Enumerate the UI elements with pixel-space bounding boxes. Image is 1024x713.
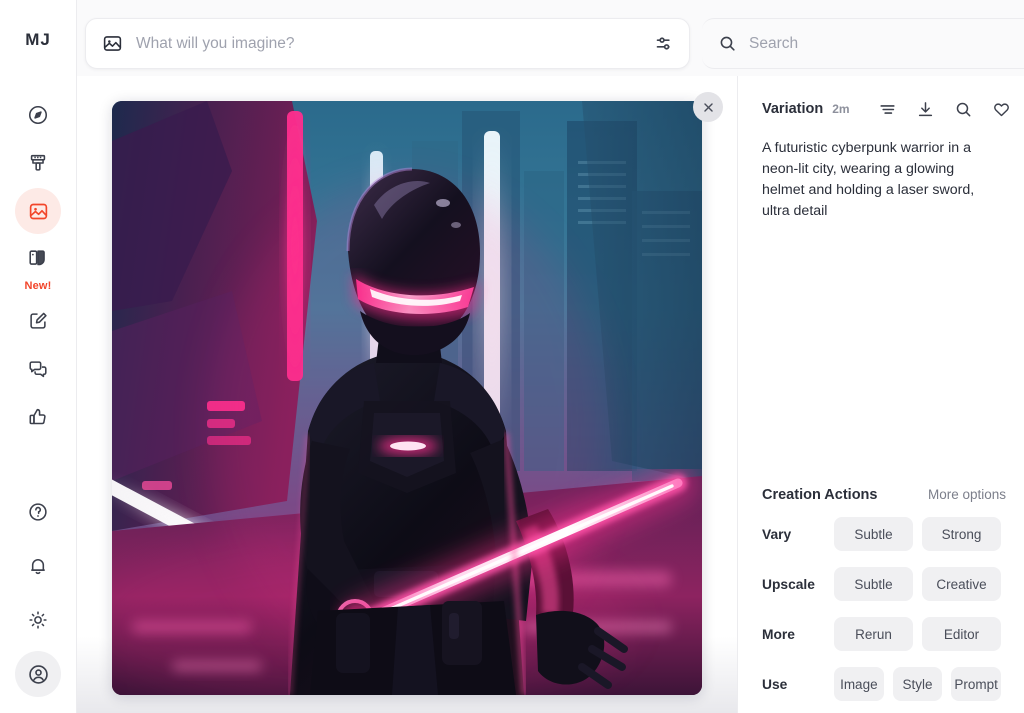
use-prompt-button[interactable]: Prompt xyxy=(951,667,1002,701)
sidebar-item-notifications[interactable] xyxy=(15,543,61,589)
action-row-label: More xyxy=(762,626,795,642)
sun-icon xyxy=(27,609,49,631)
search-bar[interactable] xyxy=(702,18,1024,69)
image-icon[interactable] xyxy=(102,33,123,54)
sidebar-nav-top: New! xyxy=(15,92,61,442)
sidebar-item-edit-brush[interactable] xyxy=(15,140,61,186)
top-bar xyxy=(77,0,1024,76)
details-actions xyxy=(878,100,1011,119)
cyberpunk-warrior-artwork xyxy=(112,101,702,695)
app-root: MJ New! What will you imagine? Search Va… xyxy=(0,0,1024,713)
chat-bubbles-icon xyxy=(27,358,49,380)
creation-actions-header: Creation Actions More options xyxy=(762,487,1010,503)
pencil-square-icon xyxy=(27,310,49,332)
more-editor-button[interactable]: Editor xyxy=(922,617,1001,651)
prompt-bar[interactable] xyxy=(85,18,690,69)
details-timestamp: 2m xyxy=(832,102,850,116)
sidebar-item-account[interactable] xyxy=(15,651,61,697)
sidebar-item-personalize[interactable] xyxy=(15,236,61,282)
sidebar-item-editor[interactable] xyxy=(15,298,61,344)
sidebar-nav-bottom xyxy=(15,489,61,705)
main-area: Variation 2m xyxy=(77,0,1024,713)
left-sidebar: MJ New! xyxy=(0,0,77,713)
bell-icon xyxy=(27,555,49,577)
creation-actions: Creation Actions More options Vary Subtl… xyxy=(738,487,1024,713)
close-icon[interactable] xyxy=(693,92,723,122)
prompt-input[interactable] xyxy=(136,34,646,53)
sidebar-item-theme[interactable] xyxy=(15,597,61,643)
action-row-use: Use Image Style Prompt xyxy=(762,667,1010,701)
creation-actions-title: Creation Actions xyxy=(762,487,878,503)
image-viewer: Variation 2m A futuristic cyberpunk warr… xyxy=(77,76,1024,713)
sidebar-item-create[interactable] xyxy=(15,188,61,234)
palette-icon xyxy=(27,248,49,270)
sidebar-item-personalize-wrap: New! xyxy=(15,236,61,292)
use-image-button[interactable]: Image xyxy=(834,667,884,701)
upscale-subtle-button[interactable]: Subtle xyxy=(834,567,913,601)
brand-logo[interactable]: MJ xyxy=(25,30,51,50)
more-options-link[interactable]: More options xyxy=(928,487,1010,502)
upscale-creative-button[interactable]: Creative xyxy=(922,567,1001,601)
sliders-icon[interactable] xyxy=(646,33,675,54)
more-rerun-button[interactable]: Rerun xyxy=(834,617,913,651)
vary-strong-button[interactable]: Strong xyxy=(922,517,1001,551)
sidebar-item-chat[interactable] xyxy=(15,346,61,392)
details-title: Variation xyxy=(762,101,824,117)
compass-icon xyxy=(27,104,49,126)
paintbrush-icon xyxy=(27,152,49,174)
generated-image[interactable] xyxy=(112,101,702,695)
sidebar-item-help[interactable] xyxy=(15,489,61,535)
search-icon[interactable] xyxy=(954,100,973,119)
details-panel: Variation 2m A futuristic cyberpunk warr… xyxy=(737,76,1024,713)
details-header: Variation 2m xyxy=(738,97,1024,121)
action-row-label: Upscale xyxy=(762,576,815,592)
search-input[interactable] xyxy=(749,34,1024,53)
viewer-canvas xyxy=(77,76,737,713)
action-row-upscale: Upscale Subtle Creative xyxy=(762,567,1010,601)
vary-subtle-button[interactable]: Subtle xyxy=(834,517,913,551)
sidebar-item-explore[interactable] xyxy=(15,92,61,138)
action-row-label: Vary xyxy=(762,526,792,542)
thumbs-up-icon xyxy=(27,406,49,428)
search-icon[interactable] xyxy=(718,34,737,53)
image-icon xyxy=(28,201,49,222)
action-row-vary: Vary Subtle Strong xyxy=(762,517,1010,551)
list-icon[interactable] xyxy=(878,100,897,119)
prompt-text: A futuristic cyberpunk warrior in a neon… xyxy=(762,140,975,219)
action-row-label: Use xyxy=(762,676,788,692)
download-icon[interactable] xyxy=(916,100,935,119)
action-row-more: More Rerun Editor xyxy=(762,617,1010,651)
heart-icon[interactable] xyxy=(992,100,1011,119)
user-circle-icon xyxy=(27,663,50,686)
question-circle-icon xyxy=(27,501,49,523)
sidebar-item-rate[interactable] xyxy=(15,394,61,440)
use-style-button[interactable]: Style xyxy=(892,667,943,701)
